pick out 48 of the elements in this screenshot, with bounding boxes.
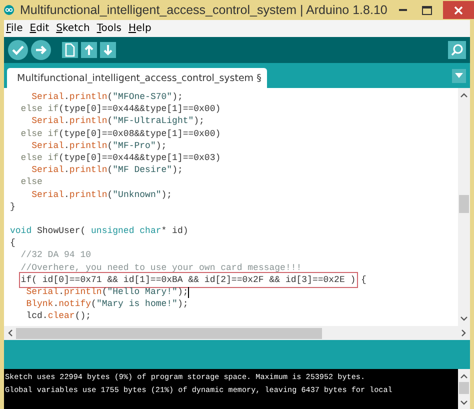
maximize-icon bbox=[422, 6, 432, 14]
code-line: } bbox=[10, 200, 16, 213]
menu-item[interactable]: Sketch bbox=[56, 21, 90, 36]
horizontal-scrollbar[interactable] bbox=[4, 326, 470, 340]
window-title: Multifunctional_intelligent_access_control_system | Arduino 1.8.10 bbox=[20, 2, 388, 19]
scroll-thumb[interactable] bbox=[16, 328, 322, 338]
close-icon bbox=[454, 6, 463, 14]
code-line: Blynk.notify("Mary is home!"); bbox=[25, 298, 190, 310]
scroll-left-icon[interactable] bbox=[6, 329, 14, 337]
code-line: else if(type[0]==0x44&&type[1]==0x00) bbox=[20, 103, 222, 116]
code-line: else if(type[0]==0x08&&type[1]==0x00) bbox=[20, 128, 222, 140]
code-line: //32 DA 94 10 bbox=[20, 249, 92, 262]
code-line: void ShowUser( unsigned char* id) bbox=[10, 225, 190, 238]
code-line: else bbox=[20, 176, 44, 188]
scroll-up-icon[interactable] bbox=[460, 372, 468, 380]
code-line: Serial.println("Hello Mary!"); bbox=[25, 286, 188, 298]
caret-icon bbox=[455, 72, 463, 78]
scroll-right-icon[interactable] bbox=[460, 329, 468, 337]
scroll-thumb[interactable] bbox=[459, 195, 469, 213]
code-line: //Overhere, you need to use your own card message!!! bbox=[20, 262, 303, 274]
code-line: lcd.clear(); bbox=[25, 310, 92, 323]
menu-item[interactable]: File bbox=[6, 21, 23, 36]
scroll-up-icon[interactable] bbox=[460, 91, 468, 99]
close-button[interactable] bbox=[442, 1, 474, 19]
code-text: { bbox=[360, 274, 366, 286]
highlighted-code: if( id[0]==0x71 && id[1]==0xBA && id[2]==0x2F && id[3]==0x2E ) bbox=[20, 274, 356, 286]
minimize-icon bbox=[398, 9, 407, 11]
menu-item[interactable]: Tools bbox=[96, 21, 122, 36]
code-line: { bbox=[10, 237, 16, 250]
code-line: Serial.println("MF Desire"); bbox=[30, 164, 184, 176]
menu-item[interactable]: Edit bbox=[30, 21, 50, 36]
verify-button[interactable] bbox=[8, 40, 28, 60]
tab-menu-button[interactable] bbox=[452, 68, 466, 82]
vertical-scrollbar[interactable] bbox=[458, 88, 470, 326]
code-line: Serial.println("MF-Pro"); bbox=[30, 140, 168, 152]
scroll-down-icon[interactable] bbox=[460, 399, 468, 407]
code-line: Serial.println("MFOne-S70"); bbox=[30, 91, 184, 104]
scroll-down-icon[interactable] bbox=[460, 315, 468, 323]
file-tab[interactable]: Multifunctional_intelligent_access_control_system § bbox=[7, 68, 268, 88]
scroll-thumb[interactable] bbox=[459, 382, 469, 394]
search-icon bbox=[450, 43, 464, 57]
menu-item[interactable]: Help bbox=[128, 21, 152, 36]
code-line: else if(type[0]==0x44&&type[1]==0x03) bbox=[20, 152, 222, 164]
app-logo-icon bbox=[4, 3, 14, 17]
upload-button[interactable] bbox=[31, 40, 51, 60]
console-scrollbar[interactable] bbox=[458, 369, 470, 409]
code-line: Serial.println("MF-UltraLight"); bbox=[30, 115, 206, 128]
code-line: Serial.println("Unknown"); bbox=[30, 188, 174, 201]
